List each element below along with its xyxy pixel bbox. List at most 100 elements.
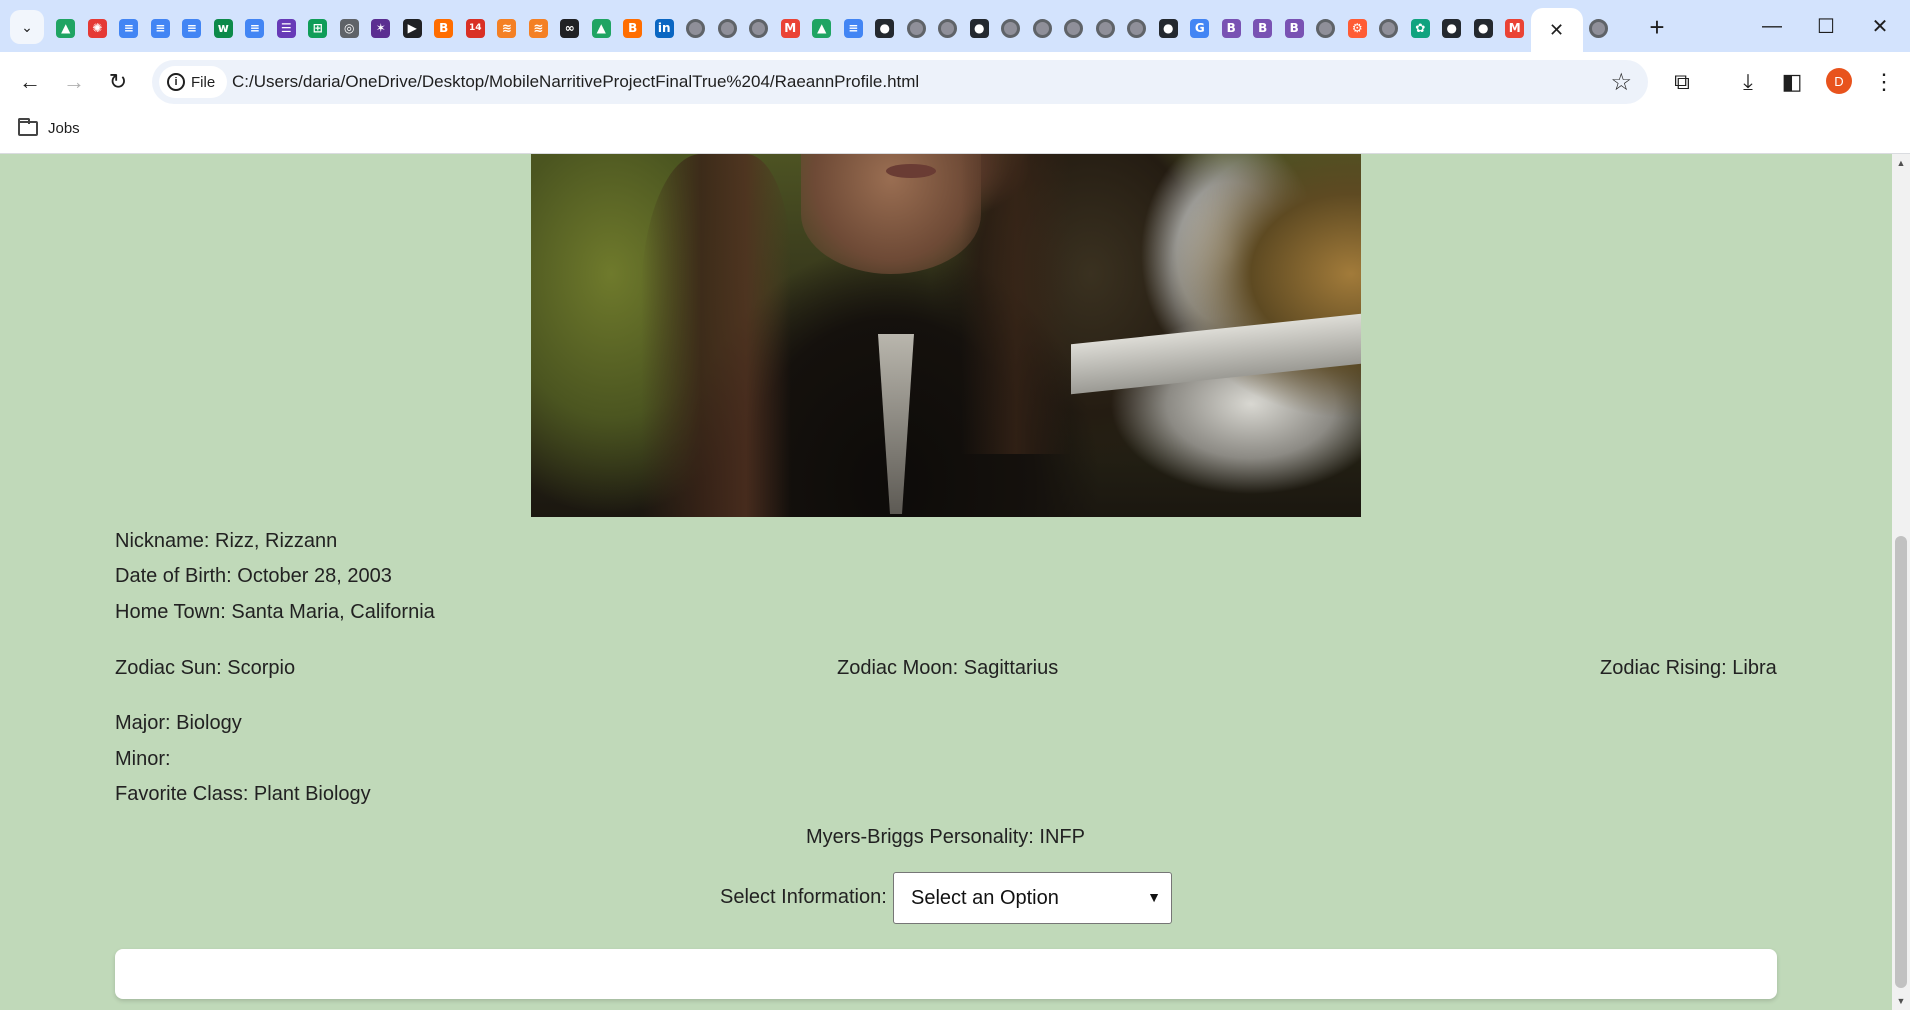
scroll-down-arrow-icon[interactable]: ▼ xyxy=(1892,992,1910,1010)
tab[interactable]: B xyxy=(428,8,460,48)
google-drive-icon: ▲ xyxy=(812,18,832,38)
tab[interactable]: ≋ xyxy=(523,8,555,48)
tab[interactable]: ● xyxy=(1468,8,1500,48)
select-information-label: Select Information: xyxy=(720,886,887,908)
tab[interactable]: ● xyxy=(1153,8,1185,48)
back-button[interactable]: ← xyxy=(14,66,46,98)
bookmark-label: Jobs xyxy=(48,120,80,137)
tab[interactable]: in xyxy=(649,8,681,48)
minimize-button[interactable]: — xyxy=(1744,8,1800,44)
tab-search-button[interactable]: ⌄ xyxy=(10,10,44,44)
vertical-scrollbar[interactable]: ▲ ▼ xyxy=(1892,154,1910,1010)
tab[interactable]: ≡ xyxy=(239,8,271,48)
download-icon[interactable]: ⤓ xyxy=(1732,66,1764,98)
bootstrap-icon: B xyxy=(1253,18,1273,38)
url-text[interactable]: C:/Users/daria/OneDrive/Desktop/MobileNa… xyxy=(232,72,919,92)
address-bar[interactable]: i File C:/Users/daria/OneDrive/Desktop/M… xyxy=(152,60,1648,104)
bookmark-star-icon[interactable]: ☆ xyxy=(1610,68,1632,97)
tab[interactable]: ⚙ xyxy=(1342,8,1374,48)
new-tab-button[interactable]: + xyxy=(1640,10,1674,44)
zodiac-moon-text: Zodiac Moon: Sagittarius xyxy=(837,657,1059,679)
globe-icon xyxy=(1001,18,1021,38)
forward-button[interactable]: → xyxy=(58,66,90,98)
globe-icon xyxy=(906,18,926,38)
tab[interactable] xyxy=(743,8,775,48)
tab[interactable]: ▲ xyxy=(50,8,82,48)
tab[interactable] xyxy=(1090,8,1122,48)
tab[interactable]: B xyxy=(1279,8,1311,48)
maximize-button[interactable]: ☐ xyxy=(1798,8,1854,44)
github-icon: ● xyxy=(875,18,895,38)
tab[interactable]: B xyxy=(1216,8,1248,48)
tab[interactable]: ▲ xyxy=(586,8,618,48)
tab[interactable] xyxy=(1310,8,1342,48)
scroll-up-arrow-icon[interactable]: ▲ xyxy=(1892,154,1910,172)
tab[interactable]: ● xyxy=(964,8,996,48)
github-icon: ● xyxy=(1158,18,1178,38)
tab[interactable]: M xyxy=(1499,8,1531,48)
tab[interactable]: ∞ xyxy=(554,8,586,48)
tab[interactable]: w xyxy=(208,8,240,48)
tab[interactable]: M xyxy=(775,8,807,48)
tab[interactable]: ≡ xyxy=(113,8,145,48)
hubspot-icon: ⚙ xyxy=(1347,18,1367,38)
tab[interactable]: B xyxy=(617,8,649,48)
tab[interactable]: ≡ xyxy=(838,8,870,48)
more-menu-icon[interactable]: ⋮ xyxy=(1868,66,1900,98)
tab[interactable]: ▲ xyxy=(806,8,838,48)
google-docs-icon: ≡ xyxy=(150,18,170,38)
tab[interactable]: ⊞ xyxy=(302,8,334,48)
tab[interactable] xyxy=(1121,8,1153,48)
tab[interactable]: ≡ xyxy=(145,8,177,48)
globe-icon xyxy=(938,18,958,38)
page-content: Nickname: Rizz, Rizzann Date of Birth: O… xyxy=(0,154,1892,1010)
bootstrap-icon: B xyxy=(1284,18,1304,38)
tab[interactable] xyxy=(1058,8,1090,48)
information-select[interactable]: Select an Option ▼ xyxy=(893,872,1172,924)
tab[interactable] xyxy=(1373,8,1405,48)
close-window-button[interactable]: ✕ xyxy=(1852,8,1908,44)
tab[interactable]: ✶ xyxy=(365,8,397,48)
tab[interactable]: 14 xyxy=(460,8,492,48)
extensions-icon[interactable]: ⧉ xyxy=(1666,66,1698,98)
tab[interactable]: ◎ xyxy=(334,8,366,48)
tab[interactable]: ● xyxy=(1436,8,1468,48)
tab[interactable]: B xyxy=(1247,8,1279,48)
info-icon: i xyxy=(167,73,185,91)
tab[interactable]: ☰ xyxy=(271,8,303,48)
tab[interactable]: ≋ xyxy=(491,8,523,48)
tab[interactable] xyxy=(712,8,744,48)
tab[interactable]: G xyxy=(1184,8,1216,48)
nickname-text: Nickname: Rizz, Rizzann xyxy=(115,530,338,552)
select-value: Select an Option xyxy=(911,886,1059,909)
bookmarks-bar: Jobs xyxy=(0,110,1910,154)
active-tab[interactable]: ✕ xyxy=(1530,8,1583,52)
favorite-class-text: Favorite Class: Plant Biology xyxy=(115,783,371,805)
tab[interactable] xyxy=(1027,8,1059,48)
side-panel-icon[interactable]: ◧ xyxy=(1776,66,1808,98)
tab[interactable] xyxy=(932,8,964,48)
close-tab-icon[interactable]: ✕ xyxy=(1549,20,1564,41)
blogger-icon: B xyxy=(434,18,454,38)
tab[interactable]: ▶ xyxy=(397,8,429,48)
tab[interactable] xyxy=(995,8,1027,48)
globe-icon xyxy=(1379,18,1399,38)
scroll-thumb[interactable] xyxy=(1895,536,1907,988)
tab[interactable]: ✺ xyxy=(82,8,114,48)
blogger-icon: B xyxy=(623,18,643,38)
reload-button[interactable]: ↻ xyxy=(102,66,134,98)
tab[interactable] xyxy=(901,8,933,48)
target-icon: ◎ xyxy=(339,18,359,38)
google-docs-icon: ≡ xyxy=(182,18,202,38)
tab[interactable]: ✿ xyxy=(1405,8,1437,48)
tab[interactable]: ● xyxy=(869,8,901,48)
globe-icon xyxy=(1127,18,1147,38)
site-info-chip[interactable]: i File xyxy=(159,66,228,98)
bookmark-folder-jobs[interactable]: Jobs xyxy=(18,118,80,137)
chevron-down-icon: ⌄ xyxy=(21,18,33,35)
stack-icon: ≋ xyxy=(528,18,548,38)
tab[interactable] xyxy=(680,8,712,48)
tab[interactable] xyxy=(1583,8,1615,48)
profile-avatar[interactable]: D xyxy=(1826,68,1852,94)
tab[interactable]: ≡ xyxy=(176,8,208,48)
